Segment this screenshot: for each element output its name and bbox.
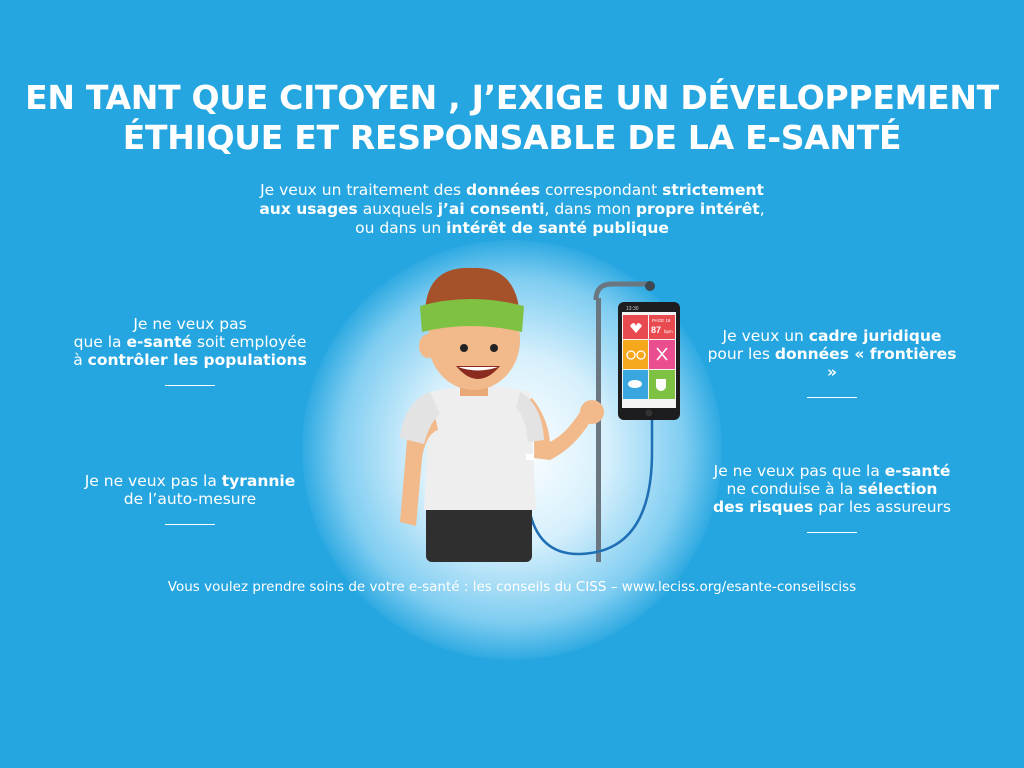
headline-line2: ÉTHIQUE ET RESPONSABLE DE LA E-SANTÉ bbox=[122, 118, 902, 157]
divider bbox=[165, 385, 215, 386]
cloud-icon bbox=[628, 380, 642, 388]
smartphone: 13:30 PAGE 18 87 bpm bbox=[618, 302, 680, 420]
hand bbox=[580, 400, 604, 424]
statement-legal-framework: Je veux un cadre juridique pour les donn… bbox=[702, 327, 962, 398]
phone-time: 13:30 bbox=[626, 306, 639, 312]
head bbox=[419, 267, 524, 390]
phone-bpm: 87 bbox=[651, 325, 661, 335]
phone-bpm-unit: bpm bbox=[664, 329, 673, 334]
patient-illustration: 13:30 PAGE 18 87 bpm bbox=[400, 267, 680, 562]
phone-date: PAGE 18 bbox=[652, 318, 671, 323]
divider bbox=[807, 532, 857, 533]
statement-risk-selection: Je ne veux pas que la e-santé ne conduis… bbox=[702, 462, 962, 533]
headline-line1: EN TANT QUE CITOYEN , J’EXIGE UN DÉVELOP… bbox=[25, 78, 999, 117]
cup-icon bbox=[656, 379, 666, 391]
headline: EN TANT QUE CITOYEN , J’EXIGE UN DÉVELOP… bbox=[0, 78, 1024, 158]
statement-tyranny: Je ne veux pas la tyrannie de l’auto-mes… bbox=[60, 472, 320, 525]
statement-control: Je ne veux pas que la e-santé soit emplo… bbox=[60, 315, 320, 386]
shorts bbox=[426, 502, 532, 562]
home-button-icon bbox=[645, 409, 653, 417]
divider bbox=[807, 397, 857, 398]
divider bbox=[165, 524, 215, 525]
lead-paragraph: Je veux un traitement des données corres… bbox=[259, 181, 765, 237]
footer-advice: Vous voulez prendre soins de votre e-san… bbox=[167, 579, 857, 595]
